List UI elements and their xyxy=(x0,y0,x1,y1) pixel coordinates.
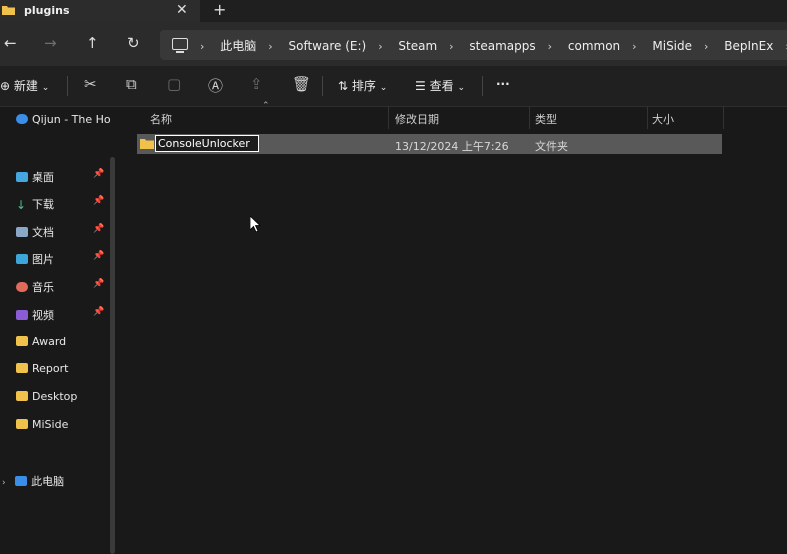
cut-icon[interactable]: ✂ xyxy=(84,75,97,93)
new-tab-button[interactable]: + xyxy=(213,0,226,19)
sidebar-item-this-pc[interactable]: › 此电脑 xyxy=(2,473,64,489)
tab-bar: plugins ✕ + xyxy=(0,0,787,22)
folder-icon xyxy=(16,336,28,346)
sort-button[interactable]: ⇅ 排序 ⌄ xyxy=(338,77,387,94)
breadcrumb-item[interactable]: common xyxy=(568,39,620,53)
chevron-down-icon: ⌄ xyxy=(457,83,465,93)
music-icon xyxy=(16,282,28,292)
tab-title: plugins xyxy=(24,4,70,17)
sort-icon: ⇅ xyxy=(338,79,349,93)
column-header-size[interactable]: 大小 xyxy=(652,111,674,127)
more-options-button[interactable]: ··· xyxy=(496,77,510,91)
cloud-icon xyxy=(16,114,28,124)
command-bar: ⊕ 新建 ⌄ ✂ ⧉ ▢ Ⓐ ⇪ 🗑 ⇅ 排序 ⌄ ☰ 查看 ⌄ ··· xyxy=(0,66,787,107)
type-cell: 文件夹 xyxy=(535,140,568,153)
rename-icon[interactable]: Ⓐ xyxy=(208,75,223,96)
divider xyxy=(647,107,648,129)
sidebar-item-downloads[interactable]: ↓ 下载 xyxy=(16,196,54,212)
pin-icon[interactable]: 📌 xyxy=(93,279,104,289)
rename-input[interactable]: ConsoleUnlocker xyxy=(155,135,259,152)
navigation-pane: Qijun - The Ho 桌面 📌 ↓ 下载 📌 文档 📌 图片 📌 音乐 📌… xyxy=(0,107,122,554)
sidebar-item-music[interactable]: 音乐 xyxy=(16,279,54,295)
divider xyxy=(529,107,530,129)
folder-icon xyxy=(2,6,15,15)
column-header-name[interactable]: 名称 xyxy=(150,111,172,127)
folder-icon xyxy=(16,363,28,373)
sort-indicator-icon: ⌃ xyxy=(262,101,270,111)
pin-icon[interactable]: 📌 xyxy=(93,169,104,179)
navigation-bar: ← → ↑ ↻ › 此电脑 › Software (E:) › Steam › ste… xyxy=(0,22,787,66)
column-header-date[interactable]: 修改日期 xyxy=(395,111,439,127)
plus-circle-icon: ⊕ xyxy=(0,79,11,93)
folder-icon xyxy=(16,391,28,401)
close-tab-button[interactable]: ✕ xyxy=(176,2,188,18)
folder-icon xyxy=(140,139,154,149)
paste-icon[interactable]: ▢ xyxy=(167,75,181,93)
forward-button[interactable]: → xyxy=(44,34,57,52)
sidebar-item-desktop-folder[interactable]: Desktop xyxy=(16,390,77,403)
computer-icon xyxy=(172,38,188,53)
sidebar-item-videos[interactable]: 视频 xyxy=(16,307,54,323)
sidebar-item-desktop[interactable]: 桌面 xyxy=(16,169,54,185)
pin-icon[interactable]: 📌 xyxy=(93,224,104,234)
back-button[interactable]: ← xyxy=(4,34,17,52)
sidebar-scrollbar[interactable] xyxy=(110,157,115,554)
file-list: ⌃ 名称 修改日期 类型 大小 ConsoleUnlocker 13/12/20… xyxy=(122,101,787,504)
divider xyxy=(322,76,323,96)
divider xyxy=(723,107,724,129)
date-cell: 13/12/2024 上午7:26 xyxy=(395,140,509,153)
view-button[interactable]: ☰ 查看 ⌄ xyxy=(415,77,465,94)
breadcrumb-item[interactable]: BepInEx xyxy=(724,39,773,53)
chevron-right-icon: › xyxy=(2,478,6,488)
divider xyxy=(388,107,389,129)
breadcrumb-item[interactable]: MiSide xyxy=(652,39,692,53)
pin-icon[interactable]: 📌 xyxy=(93,307,104,317)
sidebar-item-award[interactable]: Award xyxy=(16,335,66,348)
pin-icon[interactable]: 📌 xyxy=(93,196,104,206)
breadcrumb-item[interactable]: 此电脑 xyxy=(220,39,256,53)
divider xyxy=(482,76,483,96)
share-icon[interactable]: ⇪ xyxy=(250,75,263,93)
sidebar-item-onedrive[interactable]: Qijun - The Ho xyxy=(16,113,111,126)
up-button[interactable]: ↑ xyxy=(86,34,99,52)
delete-icon[interactable]: 🗑 xyxy=(292,75,311,93)
copy-icon[interactable]: ⧉ xyxy=(126,75,137,93)
table-row[interactable]: ConsoleUnlocker 13/12/2024 上午7:26 文件夹 xyxy=(137,134,722,154)
sidebar-item-miside[interactable]: MiSide xyxy=(16,418,68,431)
download-icon: ↓ xyxy=(16,198,27,212)
document-icon xyxy=(16,227,28,237)
chevron-down-icon: ⌄ xyxy=(379,83,388,93)
mouse-cursor-icon xyxy=(250,216,261,233)
computer-icon xyxy=(15,476,28,486)
sidebar-item-pictures[interactable]: 图片 xyxy=(16,251,54,267)
address-bar[interactable]: › 此电脑 › Software (E:) › Steam › steamapps › … xyxy=(160,30,787,60)
video-icon xyxy=(16,310,28,320)
pin-icon[interactable]: 📌 xyxy=(93,251,104,261)
column-header-type[interactable]: 类型 xyxy=(535,111,557,127)
view-icon: ☰ xyxy=(415,79,426,93)
chevron-down-icon: ⌄ xyxy=(41,83,50,93)
breadcrumb-item[interactable]: steamapps xyxy=(469,39,535,53)
breadcrumb-item[interactable]: Software (E:) xyxy=(288,39,366,53)
folder-icon xyxy=(16,419,28,429)
new-button[interactable]: ⊕ 新建 ⌄ xyxy=(0,77,49,94)
sidebar-item-report[interactable]: Report xyxy=(16,362,68,375)
divider xyxy=(67,76,68,96)
pictures-icon xyxy=(16,254,28,264)
sidebar-item-documents[interactable]: 文档 xyxy=(16,224,54,240)
tab-plugins[interactable]: plugins ✕ xyxy=(0,0,200,22)
breadcrumb-item[interactable]: Steam xyxy=(398,39,437,53)
desktop-icon xyxy=(16,172,28,182)
breadcrumb: › 此电脑 › Software (E:) › Steam › steamapps › … xyxy=(200,39,787,53)
refresh-button[interactable]: ↻ xyxy=(127,34,140,52)
